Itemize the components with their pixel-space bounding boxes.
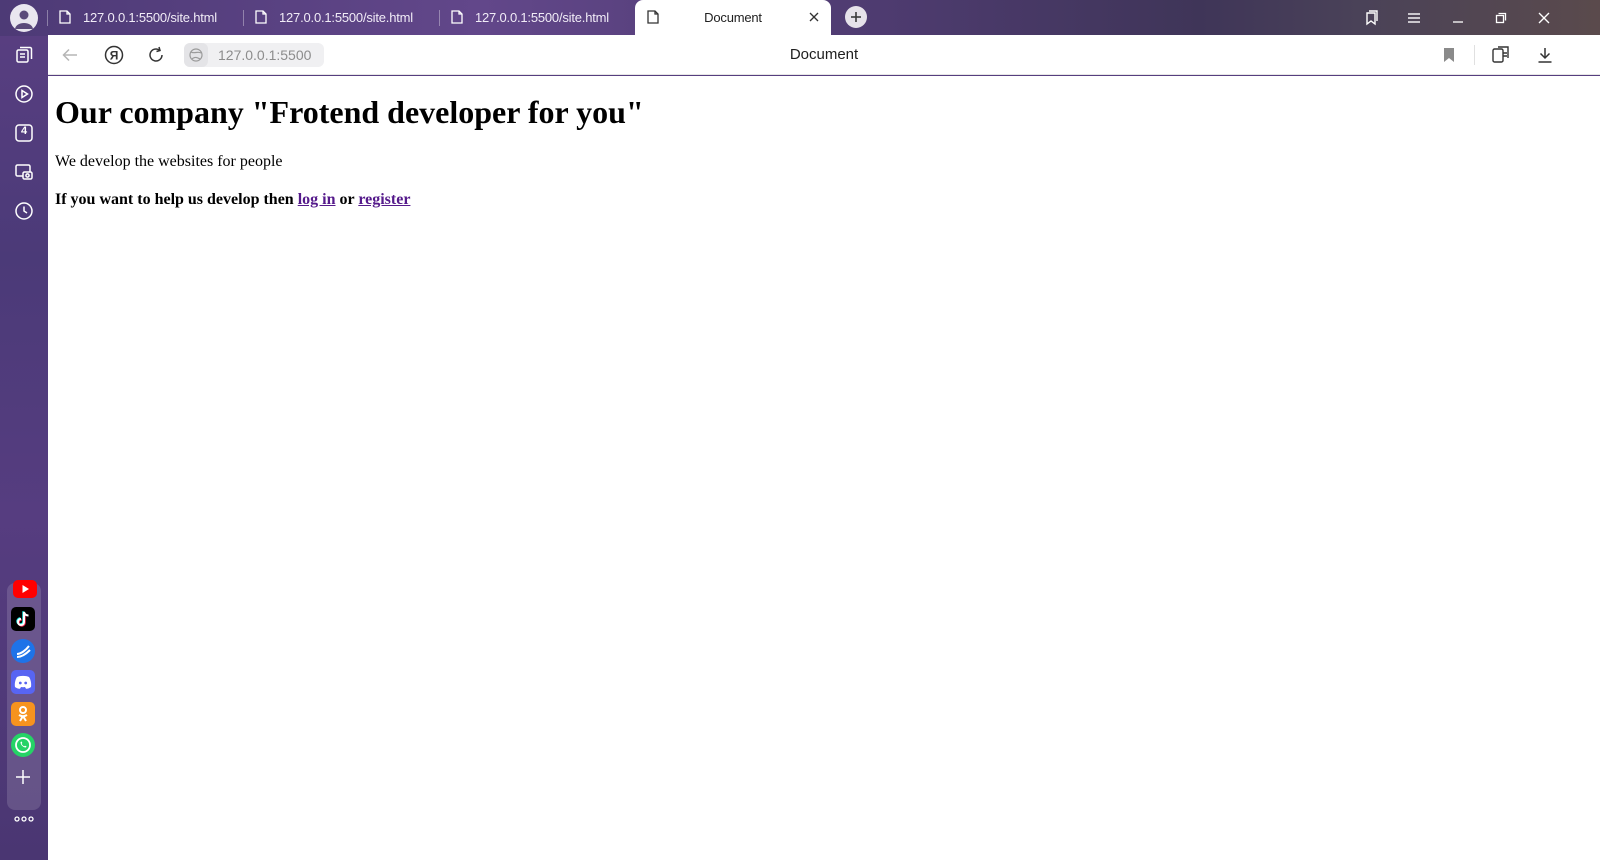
page-icon (451, 10, 463, 24)
profile-avatar[interactable] (10, 4, 38, 32)
zen-icon (16, 645, 31, 658)
tab-site-2[interactable]: 127.0.0.1:5500/site.html (243, 0, 439, 35)
hamburger-icon (1408, 13, 1420, 23)
tab-label: 127.0.0.1:5500/site.html (279, 10, 413, 25)
reader-icon (1492, 46, 1509, 63)
whatsapp-icon (15, 737, 31, 753)
reader-button[interactable] (1491, 45, 1511, 65)
tab-site-3[interactable]: 127.0.0.1:5500/site.html (439, 0, 635, 35)
minimize-button[interactable] (1449, 9, 1467, 27)
user-icon (15, 10, 33, 29)
close-window-button[interactable] (1535, 9, 1553, 27)
history-button[interactable] (10, 197, 38, 225)
download-icon (1538, 48, 1552, 63)
more-button[interactable] (10, 805, 38, 833)
restore-button[interactable] (1492, 9, 1510, 27)
page-title: Document (789, 46, 859, 63)
page-edge (1568, 76, 1600, 860)
cta-prefix: If you want to help us develop then (55, 191, 298, 208)
tab-site-1[interactable]: 127.0.0.1:5500/site.html (47, 0, 243, 35)
page-content: Our company "Frotend developer for you" … (48, 76, 1568, 860)
cta-or: or (335, 191, 359, 208)
plus-icon (851, 12, 861, 22)
discord-app[interactable] (11, 670, 35, 694)
close-icon (1538, 12, 1550, 24)
screenshot-icon (15, 164, 33, 180)
tab-groups-button[interactable] (1362, 9, 1380, 27)
menu-button[interactable] (1405, 9, 1423, 27)
video-play-icon (15, 85, 33, 103)
register-link[interactable]: register (358, 191, 410, 208)
page-heading: Our company "Frotend developer for you" (55, 94, 644, 130)
tab-label: 127.0.0.1:5500/site.html (83, 10, 217, 25)
sidebar: 4 (0, 0, 48, 860)
bookmarks-panel-icon (1366, 10, 1378, 26)
zen-app[interactable] (11, 639, 35, 663)
tab-label: Document (704, 10, 762, 25)
tabs-count-badge: 4 (20, 125, 28, 137)
whatsapp-app[interactable] (11, 733, 35, 757)
cta-paragraph: If you want to help us develop then log … (55, 191, 410, 209)
bookmark-icon (1444, 48, 1454, 62)
minimize-icon (1453, 21, 1463, 23)
close-icon[interactable] (807, 10, 821, 24)
history-icon (15, 202, 33, 220)
login-link[interactable]: log in (298, 191, 336, 208)
page-icon (59, 10, 71, 24)
youtube-icon (22, 585, 29, 593)
add-app-icon (16, 770, 30, 784)
collections-button[interactable] (10, 41, 38, 69)
screenshot-button[interactable] (10, 158, 38, 186)
bookmark-button[interactable] (1439, 45, 1459, 65)
tiktok-app[interactable] (11, 607, 35, 631)
page-icon (255, 10, 267, 24)
toolbar: Я 127.0.0.1:5500 Document (48, 35, 1600, 75)
collections-icon (16, 46, 33, 63)
toolbar-divider (1474, 45, 1475, 65)
odnoklassniki-app[interactable] (11, 702, 35, 726)
downloads-button[interactable] (1535, 45, 1555, 65)
lead-text: We develop the websites for people (55, 153, 283, 170)
add-app-button[interactable] (11, 765, 35, 789)
youtube-app[interactable] (13, 580, 37, 598)
new-tab-button[interactable] (845, 6, 867, 28)
odnoklassniki-icon (18, 706, 28, 722)
tabs-counter-button[interactable]: 4 (10, 119, 38, 147)
more-dots-icon (14, 816, 34, 822)
discord-icon (14, 675, 32, 689)
tab-label: 127.0.0.1:5500/site.html (475, 10, 609, 25)
video-button[interactable] (10, 80, 38, 108)
restore-icon (1495, 12, 1507, 24)
tiktok-icon (16, 611, 29, 627)
tab-document[interactable]: Document (635, 0, 831, 35)
